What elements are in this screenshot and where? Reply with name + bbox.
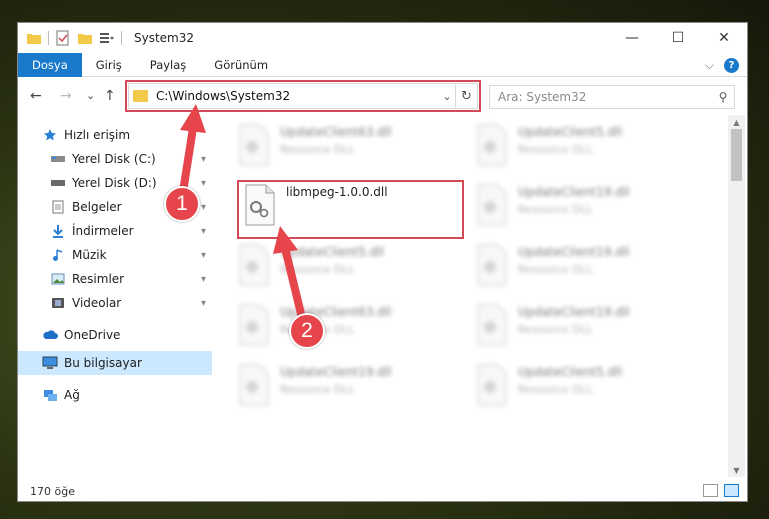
arrow-1 [179, 124, 197, 196]
arrow-1-head [180, 104, 206, 133]
annotation-arrows [179, 104, 306, 322]
arrow-2-head [273, 226, 298, 254]
callout-2: 2 [289, 313, 325, 349]
callout-1: 1 [164, 186, 200, 222]
arrow-2 [282, 248, 306, 322]
